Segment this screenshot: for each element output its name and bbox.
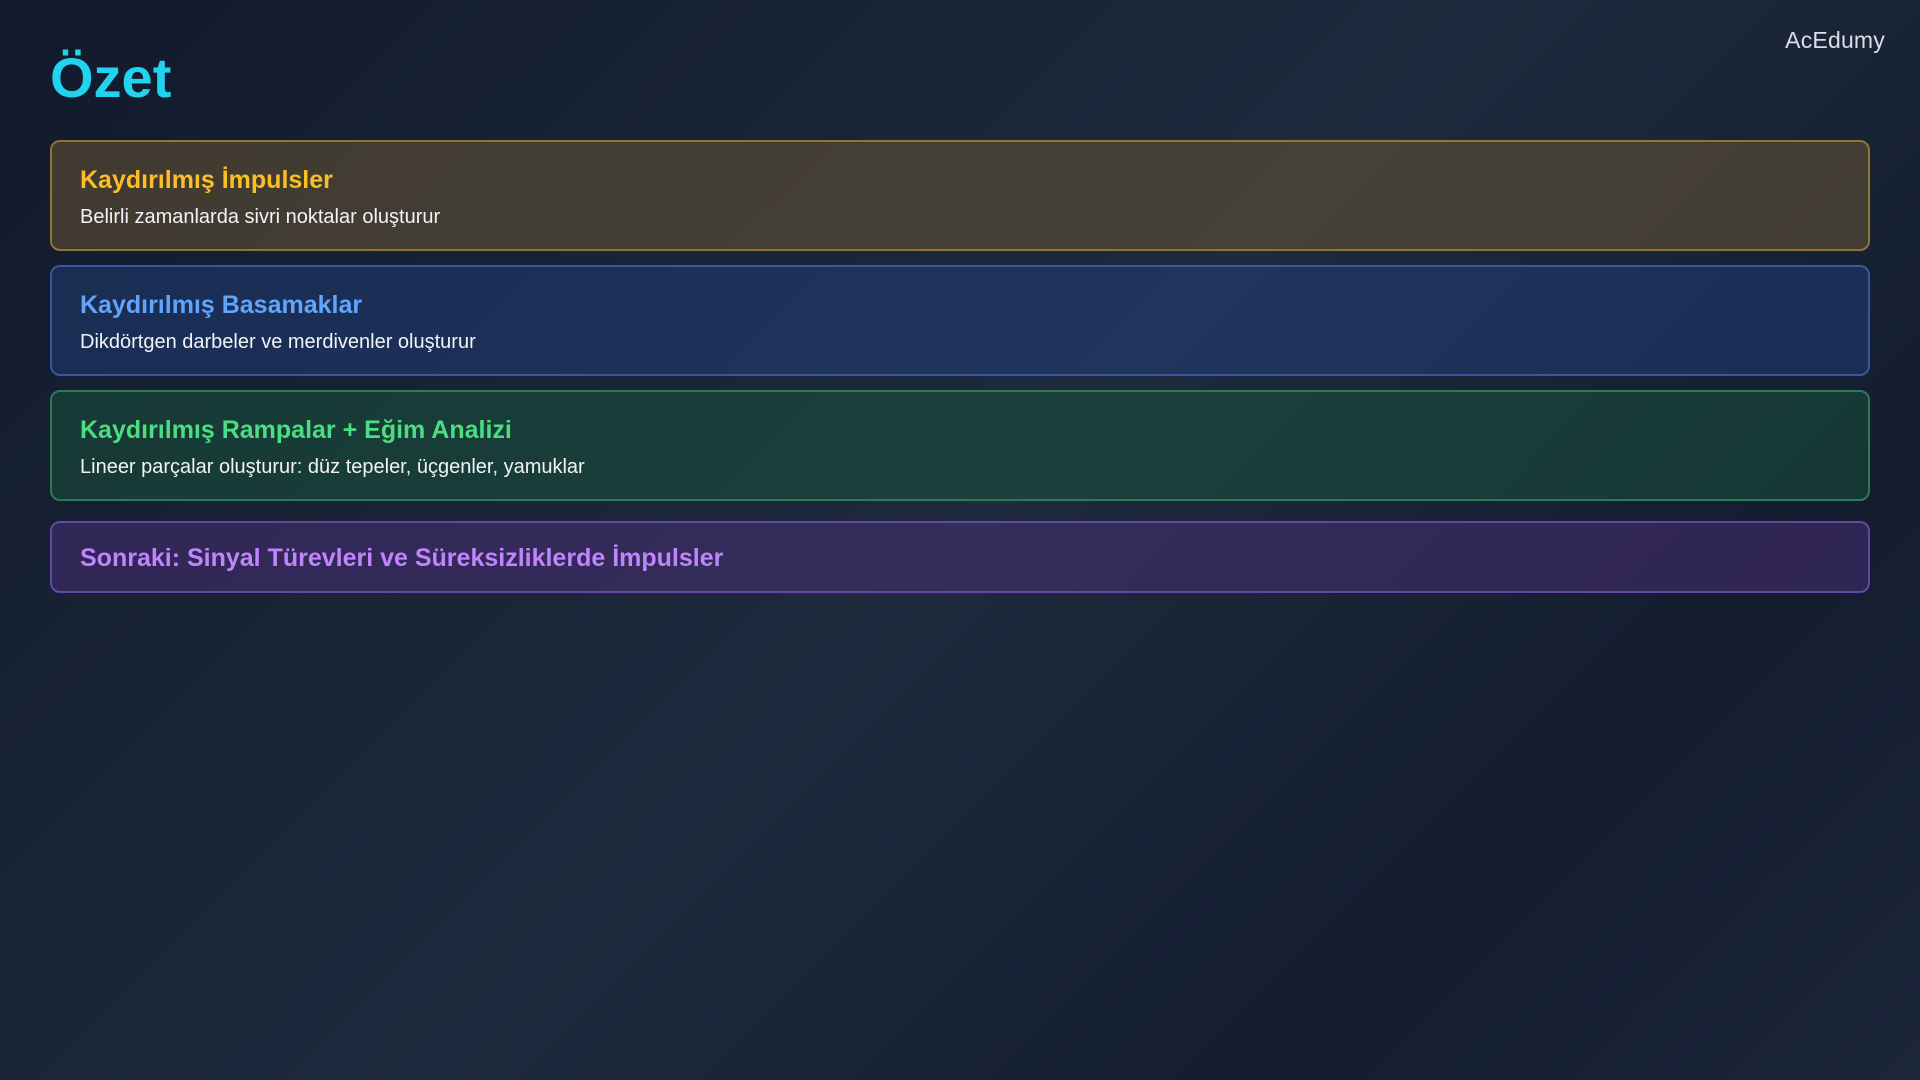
next-topic-card: Sonraki: Sinyal Türevleri ve Süreksizlik… bbox=[50, 521, 1870, 593]
summary-card-shifted-ramps: Kaydırılmış Rampalar + Eğim Analizi Line… bbox=[50, 390, 1870, 501]
summary-card-shifted-steps: Kaydırılmış Basamaklar Dikdörtgen darbel… bbox=[50, 265, 1870, 376]
card-description: Dikdörtgen darbeler ve merdivenler oluşt… bbox=[80, 331, 476, 353]
card-description: Belirli zamanlarda sivri noktalar oluştu… bbox=[80, 206, 441, 228]
summary-list: Kaydırılmış İmpulsler Belirli zamanlarda… bbox=[50, 140, 1870, 607]
page-title: Özet bbox=[50, 46, 172, 109]
card-title: Kaydırılmış Basamaklar bbox=[80, 291, 363, 319]
summary-card-shifted-impulses: Kaydırılmış İmpulsler Belirli zamanlarda… bbox=[50, 140, 1870, 251]
card-title: Kaydırılmış İmpulsler bbox=[80, 166, 333, 194]
brand-label: AcEdumy bbox=[1785, 27, 1885, 53]
next-topic-title: Sonraki: Sinyal Türevleri ve Süreksizlik… bbox=[80, 544, 724, 572]
card-title: Kaydırılmış Rampalar + Eğim Analizi bbox=[80, 416, 512, 444]
card-description: Lineer parçalar oluşturur: düz tepeler, … bbox=[80, 456, 585, 478]
